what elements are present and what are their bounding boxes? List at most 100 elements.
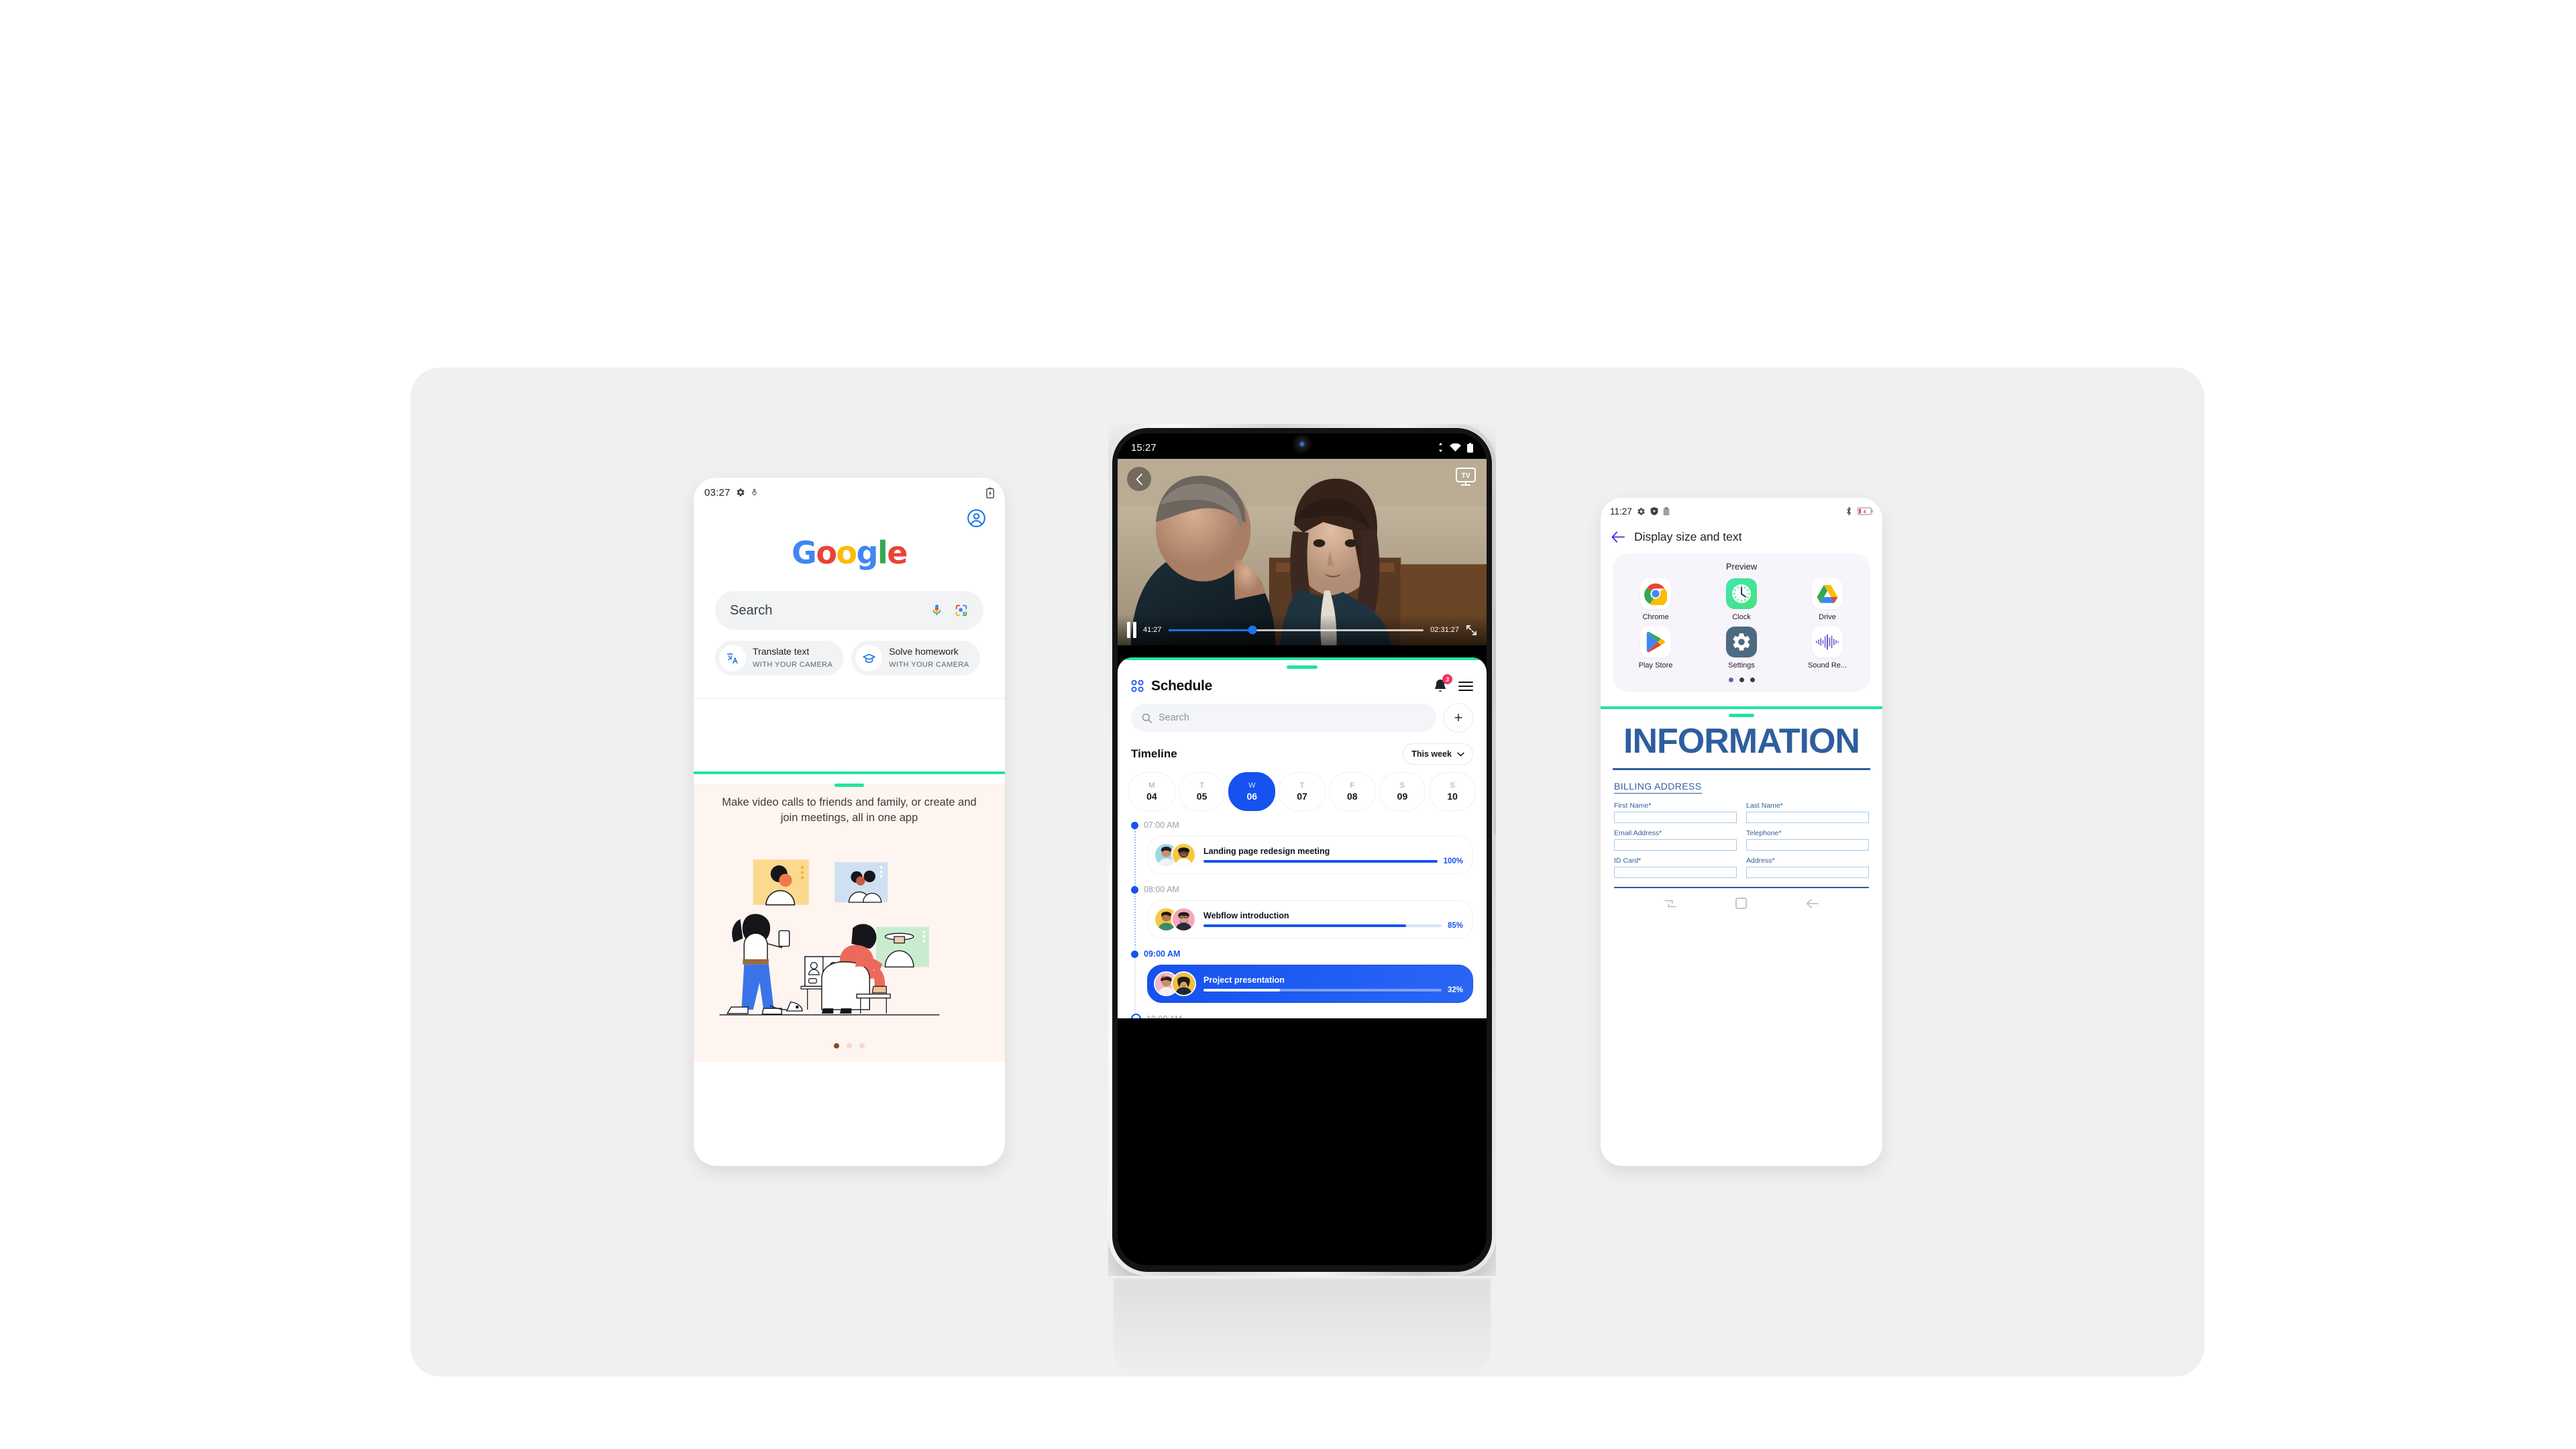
preview-carousel-dots[interactable] [1613, 678, 1870, 682]
microphone-icon[interactable] [930, 602, 943, 619]
data-transfer-icon [1438, 443, 1443, 452]
app-settings[interactable]: Settings [1699, 627, 1784, 669]
app-chrome[interactable]: Chrome [1613, 578, 1699, 621]
google-lens-icon[interactable] [954, 603, 969, 618]
field-input[interactable] [1614, 867, 1737, 878]
day-selector[interactable]: M 04 T 05 W 06 T 07 F 08 S 09 S 10 [1118, 765, 1487, 811]
timeline-time: 07:00 AM [1144, 820, 1179, 830]
carousel-dot[interactable] [834, 1043, 839, 1049]
field-input[interactable] [1746, 839, 1869, 851]
notifications-button[interactable]: 3 [1433, 674, 1452, 694]
account-circle-icon[interactable] [967, 508, 986, 528]
event-progress-value: 32% [1447, 985, 1463, 994]
graduation-cap-icon [855, 645, 883, 672]
billing-address-section: BILLING ADDRESS First Name* Last Name* E… [1601, 770, 1882, 878]
day-cell[interactable]: S 09 [1379, 772, 1426, 811]
video-player[interactable]: TV 41:27 02:31:27 [1118, 459, 1487, 645]
timeline-time: 10:00 AM [1146, 1014, 1182, 1019]
day-cell[interactable]: S 10 [1429, 772, 1477, 811]
carousel-dot[interactable] [1739, 678, 1744, 682]
chip-translate-text[interactable]: Translate text WITH YOUR CAMERA [715, 641, 844, 676]
expand-icon[interactable] [1466, 625, 1477, 636]
gear-icon [1638, 507, 1645, 515]
field-input[interactable] [1746, 867, 1869, 878]
day-cell[interactable]: T 07 [1279, 772, 1326, 811]
battery-low-icon: 4 [1858, 507, 1873, 515]
timeline-dot [1131, 885, 1138, 894]
timeline-time-row-active: 09:00 AM [1118, 949, 1487, 959]
shield-play-icon [1650, 507, 1658, 515]
app-clock[interactable]: Clock [1699, 578, 1784, 621]
day-label: S [1399, 782, 1405, 790]
timeline-label: Timeline [1131, 747, 1177, 760]
grid-dots-icon [1131, 680, 1144, 692]
timeline-header: Timeline This week [1118, 733, 1487, 765]
left-google-home: Google Search Translate text WITH YOUR C… [694, 504, 1005, 676]
carousel-dot[interactable] [859, 1043, 865, 1049]
app-sound-recorder[interactable]: Sound Re... [1784, 627, 1870, 669]
event-progress-bar [1203, 859, 1438, 863]
right-status-bar: 11:27 4 [1601, 498, 1882, 522]
app-label: Chrome [1642, 613, 1669, 621]
avatar [1171, 907, 1196, 932]
field-input[interactable] [1614, 839, 1737, 851]
volume-down-button[interactable] [1495, 759, 1496, 835]
android-nav-bar[interactable] [1601, 888, 1882, 912]
event-title: Project presentation [1203, 975, 1285, 985]
back-arrow-icon[interactable] [1806, 898, 1819, 912]
cast-to-tv-button[interactable]: TV [1454, 467, 1477, 487]
carousel-dot[interactable] [847, 1043, 852, 1049]
form-field-last-name: Last Name* [1746, 802, 1869, 823]
day-number: 05 [1196, 791, 1208, 802]
timeline-event-card[interactable]: Webflow introduction 85% [1147, 900, 1473, 938]
video-controls[interactable]: 41:27 02:31:27 [1118, 614, 1487, 645]
status-time: 15:27 [1131, 441, 1157, 453]
progress-knob[interactable] [1248, 625, 1257, 635]
day-cell-selected[interactable]: W 06 [1228, 772, 1276, 811]
video-call-promo: Make video calls to friends and family, … [694, 784, 1005, 1062]
add-event-button[interactable]: + [1444, 703, 1473, 733]
timeline-connector [1134, 823, 1136, 945]
day-cell[interactable]: F 08 [1328, 772, 1376, 811]
home-square-icon[interactable] [1735, 898, 1748, 912]
app-drive[interactable]: Drive [1784, 578, 1870, 621]
teal-accent-bar [1118, 657, 1487, 660]
progress-fill [1203, 859, 1438, 863]
field-label: Telephone* [1746, 829, 1782, 837]
volume-up-button[interactable] [1495, 605, 1496, 680]
day-number: 09 [1397, 791, 1408, 802]
carousel-dot[interactable] [1750, 678, 1755, 682]
week-filter-dropdown[interactable]: This week [1403, 743, 1473, 765]
carousel-dot[interactable] [1728, 678, 1733, 682]
search-input[interactable]: Search [715, 591, 983, 630]
day-cell[interactable]: T 05 [1178, 772, 1226, 811]
recents-icon[interactable] [1664, 898, 1677, 912]
screen-gap [1118, 645, 1487, 657]
timeline-time: 08:00 AM [1144, 885, 1179, 894]
chip-solve-homework[interactable]: Solve homework WITH YOUR CAMERA [851, 641, 980, 676]
day-cell[interactable]: M 04 [1128, 772, 1175, 811]
video-progress-slider[interactable] [1168, 625, 1424, 635]
chip-subtitle: WITH YOUR CAMERA [889, 661, 969, 669]
video-back-button[interactable] [1127, 467, 1151, 491]
field-input[interactable] [1746, 812, 1869, 823]
chevron-left-icon [1136, 473, 1142, 485]
form-field-address: Address* [1746, 857, 1869, 878]
app-play-store[interactable]: Play Store [1613, 627, 1699, 669]
settings-header: Display size and text [1601, 522, 1882, 553]
account-row [708, 504, 990, 528]
timeline-event-card[interactable]: Landing page redesign meeting 100% [1147, 836, 1473, 874]
progress-fill [1203, 988, 1280, 991]
pause-icon[interactable] [1127, 622, 1136, 638]
day-label: S [1450, 782, 1455, 790]
field-input[interactable] [1614, 812, 1737, 823]
logo-letter: l [877, 535, 888, 571]
search-input[interactable]: Search [1131, 704, 1436, 732]
timeline-event-card-highlighted[interactable]: Project presentation 32% [1147, 965, 1473, 1003]
arrow-left-icon[interactable] [1611, 531, 1625, 543]
schedule-search-row: Search + [1118, 694, 1487, 733]
hamburger-menu-icon[interactable] [1458, 681, 1473, 692]
play-store-icon [1640, 627, 1671, 657]
promo-carousel-dots[interactable] [694, 1043, 1005, 1049]
timeline-list: 07:00 AM Landing page redesign meeting 1… [1118, 811, 1487, 1018]
